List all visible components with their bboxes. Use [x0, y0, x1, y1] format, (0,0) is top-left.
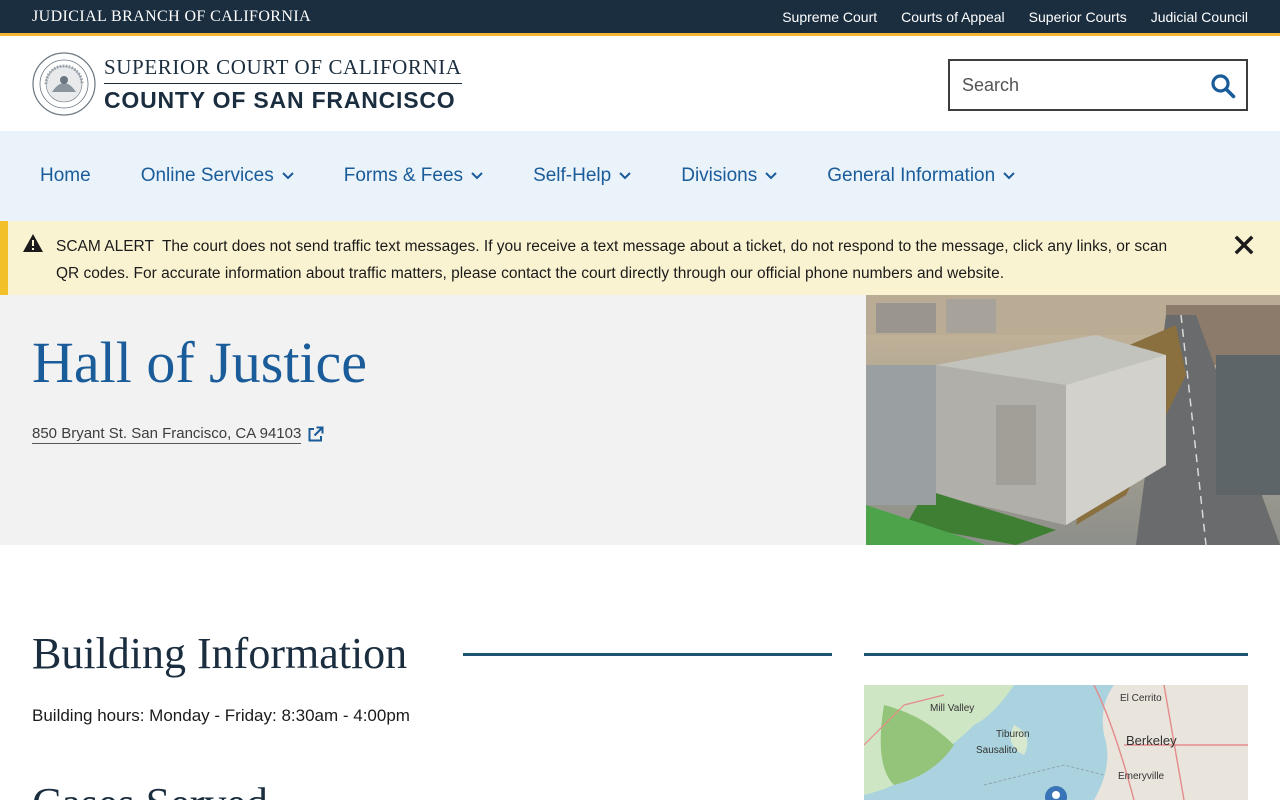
map-label: Sausalito [976, 745, 1018, 756]
hall-of-justice-photo [866, 295, 1280, 545]
chevron-down-icon [1003, 172, 1015, 180]
section-title-cases-served: Cases Served [32, 778, 268, 800]
judicial-branch-title: JUDICIAL BRANCH OF CALIFORNIA [32, 8, 312, 25]
map-label: Tiburon [996, 729, 1030, 740]
hero-section: Hall of Justice 850 Bryant St. San Franc… [0, 295, 1280, 545]
page-title: Hall of Justice [32, 330, 368, 395]
section-title-building-information: Building Information [32, 629, 408, 678]
chevron-down-icon [765, 172, 777, 180]
search-box [948, 59, 1248, 111]
court-name-logo[interactable]: SUPERIOR COURT OF CALIFORNIA COUNTY OF S… [104, 55, 464, 114]
map-label: Mill Valley [930, 703, 975, 714]
alert-close-button[interactable] [1234, 235, 1254, 255]
main-nav: Home Online Services Forms & Fees Self-H… [0, 131, 1280, 221]
alert-message: The court does not send traffic text mes… [56, 238, 1168, 282]
utility-bar: JUDICIAL BRANCH OF CALIFORNIA Supreme Co… [0, 0, 1280, 36]
nav-item-online-services[interactable]: Online Services [141, 165, 294, 187]
nav-label-divisions: Divisions [681, 165, 758, 186]
nav-item-general-information[interactable]: General Information [827, 165, 1015, 187]
nav-label-home: Home [40, 165, 91, 186]
alert-title: SCAM ALERT [56, 238, 154, 255]
section-divider [463, 653, 832, 656]
map-label: El Cerrito [1120, 693, 1162, 704]
chevron-down-icon [282, 172, 294, 180]
nav-label-general-information: General Information [827, 165, 996, 186]
link-supreme-court[interactable]: Supreme Court [782, 9, 877, 25]
court-seal-icon[interactable] [32, 52, 96, 116]
chevron-down-icon [619, 172, 631, 180]
map-label: Berkeley [1126, 733, 1177, 748]
location-map[interactable]: Mill Valley Tiburon Sausalito Berkeley E… [864, 685, 1248, 800]
utility-links: Supreme Court Courts of Appeal Superior … [782, 9, 1248, 25]
map-background [864, 685, 1248, 800]
external-link-icon[interactable] [307, 426, 324, 443]
search-button[interactable] [1210, 73, 1236, 99]
address-link[interactable]: 850 Bryant St. San Francisco, CA 94103 [32, 425, 302, 444]
link-judicial-council[interactable]: Judicial Council [1151, 9, 1248, 25]
map-label: Emeryville [1118, 771, 1165, 782]
nav-item-home[interactable]: Home [40, 165, 91, 187]
site-header: SUPERIOR COURT OF CALIFORNIA COUNTY OF S… [0, 39, 1280, 131]
link-courts-of-appeal[interactable]: Courts of Appeal [901, 9, 1005, 25]
link-superior-courts[interactable]: Superior Courts [1029, 9, 1127, 25]
nav-label-self-help: Self-Help [533, 165, 612, 186]
nav-item-divisions[interactable]: Divisions [681, 165, 777, 187]
nav-label-forms-fees: Forms & Fees [343, 165, 464, 186]
search-icon [1211, 74, 1236, 99]
building-hours: Building hours: Monday - Friday: 8:30am … [32, 706, 410, 725]
nav-label-online-services: Online Services [140, 165, 274, 186]
search-input[interactable] [962, 73, 1202, 97]
chevron-down-icon [471, 172, 483, 180]
scam-alert-banner: SCAM ALERT The court does not send traff… [0, 221, 1280, 295]
court-name-line2: COUNTY OF SAN FRANCISCO [104, 87, 456, 113]
close-icon [1234, 235, 1254, 255]
alert-text: SCAM ALERT The court does not send traff… [56, 233, 1176, 287]
court-name-line1: SUPERIOR COURT OF CALIFORNIA [104, 55, 462, 79]
address-row: 850 Bryant St. San Francisco, CA 94103 [32, 425, 324, 444]
warning-icon [23, 234, 43, 252]
nav-item-forms-fees[interactable]: Forms & Fees [344, 165, 483, 187]
sidebar-divider [864, 653, 1248, 656]
nav-item-self-help[interactable]: Self-Help [533, 165, 631, 187]
court-name-divider [104, 83, 462, 84]
